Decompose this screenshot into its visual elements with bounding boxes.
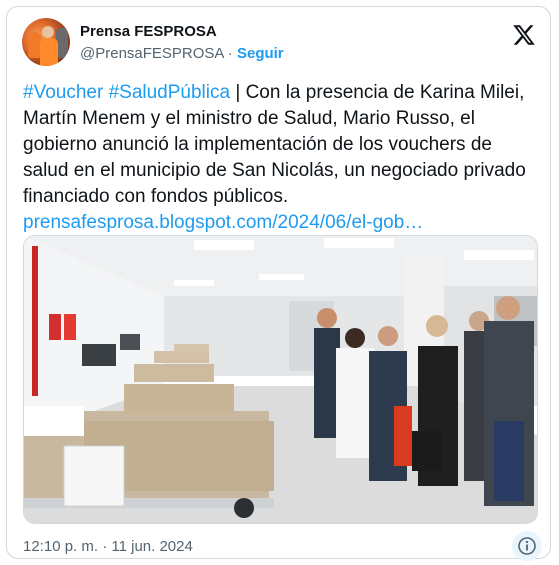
- author-handle-row: @PrensaFESPROSA · Seguir: [80, 45, 284, 62]
- text-divider: |: [230, 82, 246, 103]
- x-logo-icon[interactable]: [512, 23, 536, 47]
- tweet-card: Prensa FESPROSA @PrensaFESPROSA · Seguir…: [6, 6, 551, 561]
- tweet-text: #Voucher #SaludPública | Con la presenci…: [23, 80, 538, 236]
- hospital-ward-photo: [24, 236, 537, 523]
- hashtag-salud-publica[interactable]: #SaludPública: [109, 82, 230, 103]
- author-name[interactable]: Prensa FESPROSA: [80, 23, 217, 40]
- author-avatar[interactable]: [22, 18, 70, 66]
- info-button[interactable]: [512, 531, 542, 561]
- tweet-media-photo[interactable]: [23, 235, 538, 524]
- article-link[interactable]: prensafesprosa.blogspot.com/2024/06/el-g…: [23, 212, 423, 233]
- follow-button[interactable]: Seguir: [237, 45, 284, 62]
- hashtag-voucher[interactable]: #Voucher: [23, 82, 103, 103]
- handle-separator: ·: [223, 45, 237, 62]
- tweet-timestamp[interactable]: 12:10 p. m. · 11 jun. 2024: [23, 538, 193, 555]
- info-icon: [518, 537, 536, 555]
- author-handle[interactable]: @PrensaFESPROSA: [80, 45, 224, 62]
